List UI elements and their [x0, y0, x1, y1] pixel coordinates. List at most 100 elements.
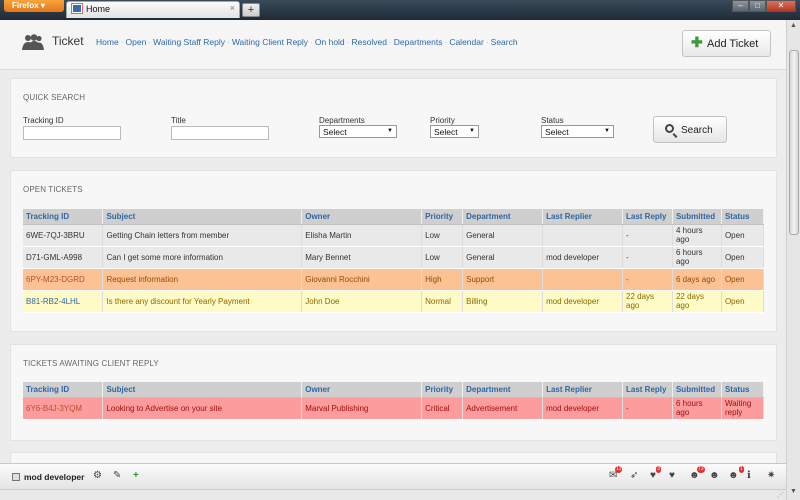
chevron-down-icon: ▼	[387, 128, 393, 134]
status-bar: ⋰	[0, 489, 786, 500]
last-reply-cell: -	[622, 397, 673, 420]
col-last-replier[interactable]: Last Replier	[542, 209, 623, 225]
chevron-down-icon: ▼	[604, 128, 610, 134]
col-department[interactable]: Department	[462, 382, 544, 398]
subject-cell[interactable]: Is there any discount for Yearly Payment	[102, 290, 303, 313]
edit-icon[interactable]: ✎	[113, 470, 121, 481]
nav-calendar[interactable]: Calendar	[449, 37, 484, 47]
col-priority[interactable]: Priority	[421, 382, 464, 398]
heart-icon[interactable]: ♥ 3	[650, 466, 661, 481]
col-last-replier[interactable]: Last Replier	[542, 382, 623, 398]
priority-select[interactable]: Select ▼	[430, 125, 479, 138]
submitted-cell: 6 hours ago	[672, 397, 722, 420]
tracking-id-input[interactable]	[23, 126, 121, 140]
col-owner[interactable]: Owner	[301, 382, 423, 398]
tab-close-icon[interactable]: ×	[230, 3, 235, 13]
open-tickets-title: OPEN TICKETS	[23, 185, 83, 194]
col-last-reply[interactable]: Last Reply	[622, 382, 673, 398]
subject-cell[interactable]: Can I get some more information	[102, 246, 303, 269]
tracking-id-cell[interactable]: 6PY-M23-DGRD	[23, 268, 104, 291]
last-reply-cell: -	[622, 224, 673, 247]
close-window-icon[interactable]: ✕	[766, 0, 796, 12]
search-button[interactable]: Search	[653, 116, 727, 143]
department-cell: Support	[462, 268, 544, 291]
table-row[interactable]: 6PY-M23-DGRD Request information Giovanni …	[23, 268, 765, 291]
department-cell: General	[462, 246, 544, 269]
admin-bottom-bar: mod developer ⚙ ✎ + ✉ 11 ➶ ♥ 3 ♥ ☻ 73 ☻ ☻ 1 …	[0, 463, 786, 489]
users-icon	[22, 34, 44, 50]
owner-cell: Giovanni Rocchini	[301, 268, 423, 291]
col-owner[interactable]: Owner	[301, 209, 423, 225]
col-status[interactable]: Status	[721, 382, 765, 398]
current-user[interactable]: mod developer	[24, 472, 84, 482]
status-cell: Open	[721, 246, 765, 269]
scroll-down-icon[interactable]: ▼	[790, 488, 797, 495]
nav-home[interactable]: Home	[96, 37, 119, 47]
info-icon[interactable]: ℹ	[747, 470, 751, 481]
col-submitted[interactable]: Submitted	[672, 382, 722, 398]
col-subject[interactable]: Subject	[102, 209, 303, 225]
subject-cell[interactable]: Request information	[102, 268, 303, 291]
table-row[interactable]: D71-GML-A998 Can I get some more informat…	[23, 246, 765, 269]
mail-icon[interactable]: ✉ 11	[609, 466, 623, 481]
scrollbar-thumb[interactable]	[789, 50, 799, 235]
user-icon[interactable]: ☻	[709, 470, 720, 481]
tracking-id-cell[interactable]: B81-RB2-4LHL	[23, 290, 104, 313]
nav-search[interactable]: Search	[491, 37, 518, 47]
tracking-id-cell[interactable]: 6WE-7QJ-3BRU	[23, 224, 104, 247]
col-department[interactable]: Department	[462, 209, 544, 225]
scroll-up-icon[interactable]: ▲	[790, 22, 797, 29]
table-row[interactable]: B81-RB2-4LHL Is there any discount for Ye…	[23, 290, 765, 313]
plus-icon: ✚	[691, 34, 703, 50]
page-header: Ticket Home · Open · Waiting Staff Reply · Wai…	[0, 20, 786, 70]
title-label: Title	[171, 116, 186, 125]
status-select[interactable]: Select ▼	[541, 125, 614, 138]
gear-icon[interactable]: ⚙	[93, 470, 102, 481]
quick-search-title: QUICK SEARCH	[23, 93, 86, 102]
tracking-id-cell[interactable]: 6Y6-B4J-3YQM	[23, 397, 104, 420]
col-tracking-id[interactable]: Tracking ID	[23, 209, 104, 225]
nav-open[interactable]: Open	[126, 37, 147, 47]
status-label: Status	[541, 116, 564, 125]
page-title: Ticket	[52, 34, 84, 48]
col-subject[interactable]: Subject	[102, 382, 303, 398]
add-ticket-button[interactable]: ✚ Add Ticket	[682, 30, 771, 57]
heart-icon[interactable]: ♥	[669, 470, 675, 481]
wrench-icon[interactable]: ✷	[767, 470, 775, 481]
nav-waiting-staff-reply[interactable]: Waiting Staff Reply	[153, 37, 225, 47]
firefox-menu-button[interactable]: Firefox ▾	[4, 0, 64, 12]
new-tab-button[interactable]: +	[242, 3, 260, 17]
resize-grip-icon[interactable]: ⋰	[777, 491, 784, 499]
table-row[interactable]: 6WE-7QJ-3BRU Getting Chain letters from m…	[23, 224, 765, 247]
table-row[interactable]: 6Y6-B4J-3YQM Looking to Advertise on your…	[23, 397, 765, 420]
col-status[interactable]: Status	[721, 209, 765, 225]
tracking-id-cell[interactable]: D71-GML-A998	[23, 246, 104, 269]
nav-on-hold[interactable]: On hold	[315, 37, 345, 47]
window-controls: – □ ✕	[732, 0, 796, 12]
user-icon[interactable]: ☻ 1	[728, 466, 744, 481]
maximize-icon[interactable]: □	[749, 0, 766, 12]
col-priority[interactable]: Priority	[421, 209, 464, 225]
awaiting-client-table: Tracking ID Subject Owner Priority Depar…	[23, 382, 765, 420]
nav-waiting-client-reply[interactable]: Waiting Client Reply	[232, 37, 308, 47]
nav-departments[interactable]: Departments	[394, 37, 443, 47]
vertical-scrollbar[interactable]: ▲ ▼	[786, 20, 800, 500]
user-list-icon[interactable]	[12, 473, 20, 481]
submitted-cell: 6 hours ago	[672, 246, 722, 269]
title-input[interactable]	[171, 126, 269, 140]
bird-icon[interactable]: ➶	[630, 470, 638, 481]
departments-select[interactable]: Select ▼	[319, 125, 397, 138]
subject-cell[interactable]: Getting Chain letters from member	[102, 224, 303, 247]
col-tracking-id[interactable]: Tracking ID	[23, 382, 104, 398]
browser-tab-home[interactable]: Home ×	[66, 1, 240, 18]
nav-resolved[interactable]: Resolved	[352, 37, 387, 47]
subject-cell[interactable]: Looking to Advertise on your site	[102, 397, 303, 420]
minimize-icon[interactable]: –	[732, 0, 749, 12]
add-icon[interactable]: +	[133, 470, 139, 481]
mail-badge: 11	[615, 466, 623, 473]
users-icon[interactable]: ☻ 73	[689, 466, 705, 481]
owner-cell: Elisha Martin	[301, 224, 423, 247]
col-last-reply[interactable]: Last Reply	[622, 209, 673, 225]
col-submitted[interactable]: Submitted	[672, 209, 722, 225]
awaiting-client-title: TICKETS AWAITING CLIENT REPLY	[23, 359, 159, 368]
